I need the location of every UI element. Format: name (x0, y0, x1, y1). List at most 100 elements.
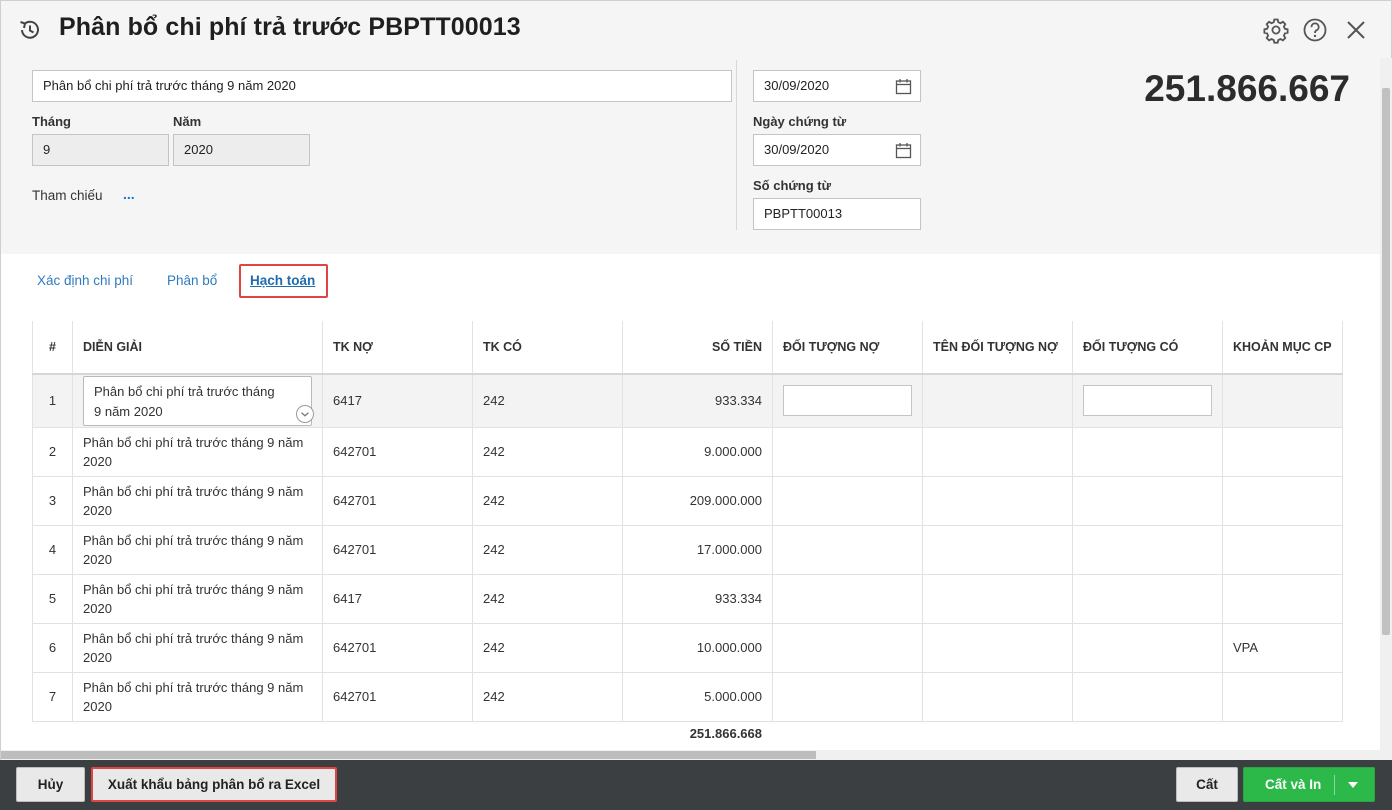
voucher-date-input[interactable]: 30/09/2020 (753, 134, 921, 166)
caret-down-icon[interactable] (1348, 782, 1358, 788)
export-excel-button[interactable]: Xuất khẩu bảng phân bổ ra Excel (91, 767, 337, 802)
credit-account-cell[interactable]: 242 (472, 476, 623, 526)
credit-account-cell[interactable]: 242 (472, 427, 623, 477)
tab-determine-cost[interactable]: Xác định chi phí (37, 273, 133, 288)
debit-object-cell[interactable] (772, 427, 923, 477)
calendar-icon[interactable] (895, 142, 912, 159)
debit-account-cell[interactable]: 6417 (322, 574, 473, 624)
debit-account-cell[interactable]: 6417 (322, 374, 473, 428)
cancel-button[interactable]: Hủy (16, 767, 85, 802)
table-row[interactable]: 5 Phân bổ chi phí trả trước tháng 9 năm … (32, 574, 1343, 624)
cost-item-cell[interactable] (1222, 476, 1343, 526)
credit-account-cell[interactable]: 242 (472, 525, 623, 575)
description-editor[interactable]: Phân bổ chi phí trả trước tháng 9 năm 20… (83, 375, 314, 426)
description-input[interactable]: Phân bổ chi phí trả trước tháng 9 năm 20… (32, 70, 732, 102)
table-row[interactable]: 4 Phân bổ chi phí trả trước tháng 9 năm … (32, 525, 1343, 575)
cost-item-cell[interactable] (1222, 525, 1343, 575)
vertical-scrollbar-thumb[interactable] (1382, 88, 1390, 635)
cost-item-cell[interactable] (1222, 672, 1343, 722)
col-credit-object[interactable]: ĐỐI TƯỢNG CÓ (1072, 321, 1223, 375)
save-and-print-button[interactable]: Cất và In (1243, 767, 1375, 802)
debit-object-input[interactable] (783, 385, 912, 417)
col-debit-object-name[interactable]: TÊN ĐỐI TƯỢNG NỢ (922, 321, 1073, 375)
close-icon[interactable] (1342, 16, 1370, 44)
description-cell[interactable]: Phân bổ chi phí trả trước tháng 9 năm 20… (72, 374, 323, 428)
credit-object-cell[interactable] (1072, 374, 1223, 428)
save-and-print-label: Cất và In (1265, 777, 1322, 792)
debit-object-name-cell (922, 574, 1073, 624)
amount-cell[interactable]: 209.000.000 (622, 476, 773, 526)
debit-account-cell[interactable]: 642701 (322, 427, 473, 477)
calendar-icon[interactable] (895, 78, 912, 95)
amount-cell[interactable]: 10.000.000 (622, 623, 773, 673)
tab-accounting[interactable]: Hạch toán (250, 273, 315, 288)
credit-object-cell[interactable] (1072, 623, 1223, 673)
description-cell[interactable]: Phân bổ chi phí trả trước tháng 9 năm 20… (72, 623, 323, 673)
credit-account-cell[interactable]: 242 (472, 374, 623, 428)
voucher-date-value: 30/09/2020 (764, 142, 830, 157)
table-row[interactable]: 1 Phân bổ chi phí trả trước tháng 9 năm … (32, 374, 1343, 428)
debit-account-cell[interactable]: 642701 (322, 623, 473, 673)
col-credit-account[interactable]: TK CÓ (472, 321, 623, 375)
table-row[interactable]: 2 Phân bổ chi phí trả trước tháng 9 năm … (32, 427, 1343, 477)
debit-account-cell[interactable]: 642701 (322, 525, 473, 575)
credit-object-cell[interactable] (1072, 427, 1223, 477)
cost-item-cell[interactable] (1222, 374, 1343, 428)
help-icon[interactable] (1301, 16, 1329, 44)
horizontal-scrollbar-thumb[interactable] (1, 751, 816, 759)
col-debit-account[interactable]: TK NỢ (322, 321, 473, 375)
form-divider (736, 60, 737, 230)
amount-cell[interactable]: 9.000.000 (622, 427, 773, 477)
posting-date-input[interactable]: 30/09/2020 (753, 70, 921, 102)
credit-object-cell[interactable] (1072, 672, 1223, 722)
credit-object-input[interactable] (1083, 385, 1212, 417)
voucher-no-input[interactable]: PBPTT00013 (753, 198, 921, 230)
col-description[interactable]: DIỄN GIẢI (72, 321, 323, 375)
debit-object-cell[interactable] (772, 623, 923, 673)
credit-object-cell[interactable] (1072, 525, 1223, 575)
chevron-down-icon[interactable] (296, 404, 314, 423)
credit-account-cell[interactable]: 242 (472, 672, 623, 722)
debit-object-name-cell (922, 623, 1073, 673)
debit-object-cell[interactable] (772, 476, 923, 526)
split-divider (1334, 775, 1335, 795)
amount-cell[interactable]: 17.000.000 (622, 525, 773, 575)
reference-picker[interactable]: ... (123, 186, 135, 202)
amount-cell[interactable]: 933.334 (622, 574, 773, 624)
description-cell[interactable]: Phân bổ chi phí trả trước tháng 9 năm 20… (72, 476, 323, 526)
col-debit-object[interactable]: ĐỐI TƯỢNG NỢ (772, 321, 923, 375)
amount-cell[interactable]: 933.334 (622, 374, 773, 428)
debit-object-cell[interactable] (772, 374, 923, 428)
cost-item-cell[interactable] (1222, 574, 1343, 624)
col-amount[interactable]: SỐ TIỀN (622, 321, 773, 375)
debit-account-cell[interactable]: 642701 (322, 476, 473, 526)
year-field: 2020 (173, 134, 310, 166)
col-cost-item[interactable]: KHOẢN MỤC CP (1222, 321, 1343, 375)
debit-account-cell[interactable]: 642701 (322, 672, 473, 722)
description-cell[interactable]: Phân bổ chi phí trả trước tháng 9 năm 20… (72, 427, 323, 477)
horizontal-scrollbar[interactable] (1, 750, 1380, 760)
credit-object-cell[interactable] (1072, 574, 1223, 624)
debit-object-cell[interactable] (772, 574, 923, 624)
save-button[interactable]: Cất (1176, 767, 1238, 802)
vertical-scrollbar[interactable] (1380, 58, 1392, 760)
amount-cell[interactable]: 5.000.000 (622, 672, 773, 722)
history-icon[interactable] (17, 17, 43, 43)
cost-item-cell[interactable] (1222, 427, 1343, 477)
table-row[interactable]: 7 Phân bổ chi phí trả trước tháng 9 năm … (32, 672, 1343, 722)
debit-object-cell[interactable] (772, 672, 923, 722)
row-index: 1 (32, 374, 73, 428)
description-cell[interactable]: Phân bổ chi phí trả trước tháng 9 năm 20… (72, 574, 323, 624)
description-cell[interactable]: Phân bổ chi phí trả trước tháng 9 năm 20… (72, 525, 323, 575)
credit-object-cell[interactable] (1072, 476, 1223, 526)
credit-account-cell[interactable]: 242 (472, 574, 623, 624)
table-row[interactable]: 3 Phân bổ chi phí trả trước tháng 9 năm … (32, 476, 1343, 526)
credit-account-cell[interactable]: 242 (472, 623, 623, 673)
debit-object-name-cell (922, 427, 1073, 477)
gear-icon[interactable] (1262, 16, 1290, 44)
cost-item-cell[interactable]: VPA (1222, 623, 1343, 673)
tab-allocation[interactable]: Phân bổ (167, 273, 217, 288)
debit-object-cell[interactable] (772, 525, 923, 575)
table-row[interactable]: 6 Phân bổ chi phí trả trước tháng 9 năm … (32, 623, 1343, 673)
description-cell[interactable]: Phân bổ chi phí trả trước tháng 9 năm 20… (72, 672, 323, 722)
